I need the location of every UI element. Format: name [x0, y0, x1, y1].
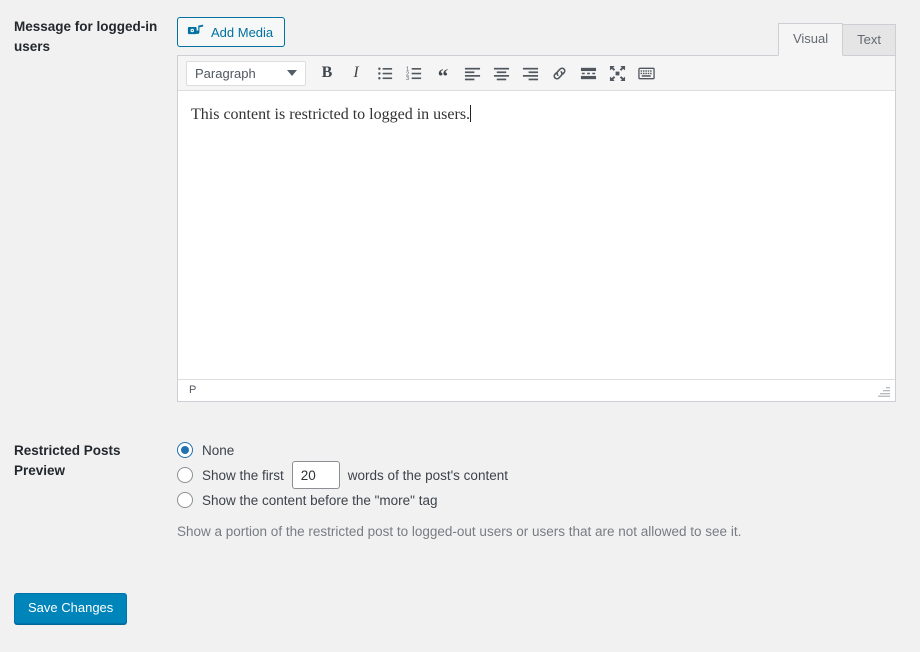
add-media-button[interactable]: Add Media	[177, 17, 286, 47]
align-center-icon[interactable]	[487, 59, 515, 87]
editor-container: Paragraph B I 123 “ This content is rest…	[177, 55, 896, 402]
bulleted-list-icon[interactable]	[371, 59, 399, 87]
format-select-value: Paragraph	[195, 65, 256, 81]
add-media-label: Add Media	[211, 24, 274, 40]
toolbar-toggle-icon[interactable]	[632, 59, 660, 87]
radio-option-first-words[interactable]: Show the first words of the post's conte…	[177, 461, 897, 489]
editor-content-text: This content is restricted to logged in …	[191, 106, 471, 123]
svg-text:3: 3	[406, 76, 409, 82]
align-right-icon[interactable]	[516, 59, 544, 87]
radio-more-tag-label[interactable]: Show the content before the "more" tag	[202, 493, 437, 508]
radio-none[interactable]	[177, 442, 193, 458]
text-caret	[470, 105, 472, 122]
link-icon[interactable]	[545, 59, 573, 87]
words-count-input[interactable]	[291, 461, 340, 489]
words-suffix-label: words of the post's content	[347, 467, 508, 483]
preview-help-text: Show a portion of the restricted post to…	[177, 524, 742, 539]
radio-option-none[interactable]: None	[177, 438, 897, 462]
chevron-down-icon	[287, 70, 297, 76]
wp-editor: Add Media Visual Text Paragraph B I 1 2 …	[177, 13, 896, 402]
media-icon	[187, 23, 205, 41]
radio-more-tag[interactable]	[177, 492, 193, 508]
editor-top-bar: Add Media Visual Text	[177, 13, 896, 57]
element-path[interactable]: P	[189, 384, 196, 396]
tab-visual[interactable]: Visual	[777, 23, 844, 57]
radio-first-words-label[interactable]: Show the first	[202, 468, 284, 483]
radio-option-more-tag[interactable]: Show the content before the "more" tag	[177, 488, 897, 512]
resize-grip-icon[interactable]	[876, 383, 892, 399]
fullscreen-icon[interactable]	[603, 59, 631, 87]
field-label-message: Message for logged-in users	[14, 19, 158, 55]
editor-toolbar: Paragraph B I 123 “	[178, 56, 895, 91]
radio-none-label[interactable]: None	[202, 443, 234, 458]
restricted-preview-options: None Show the first words of the post's …	[177, 438, 897, 539]
radio-first-words[interactable]	[177, 467, 193, 483]
italic-icon[interactable]: I	[342, 59, 370, 87]
read-more-icon[interactable]	[574, 59, 602, 87]
blockquote-icon[interactable]: “	[429, 59, 457, 87]
editor-content-area[interactable]: This content is restricted to logged in …	[178, 91, 895, 379]
bold-icon[interactable]: B	[313, 59, 341, 87]
save-changes-button[interactable]: Save Changes	[14, 593, 128, 625]
field-label-preview: Restricted Posts Preview	[14, 443, 121, 479]
tab-text[interactable]: Text	[842, 24, 896, 57]
editor-status-bar: P	[178, 379, 895, 401]
numbered-list-icon[interactable]: 123	[400, 59, 428, 87]
align-left-icon[interactable]	[458, 59, 486, 87]
settings-page: Message for logged-in users Add Media Vi…	[0, 0, 920, 652]
format-select[interactable]: Paragraph	[186, 60, 306, 86]
editor-mode-tabs: Visual Text	[777, 23, 896, 57]
